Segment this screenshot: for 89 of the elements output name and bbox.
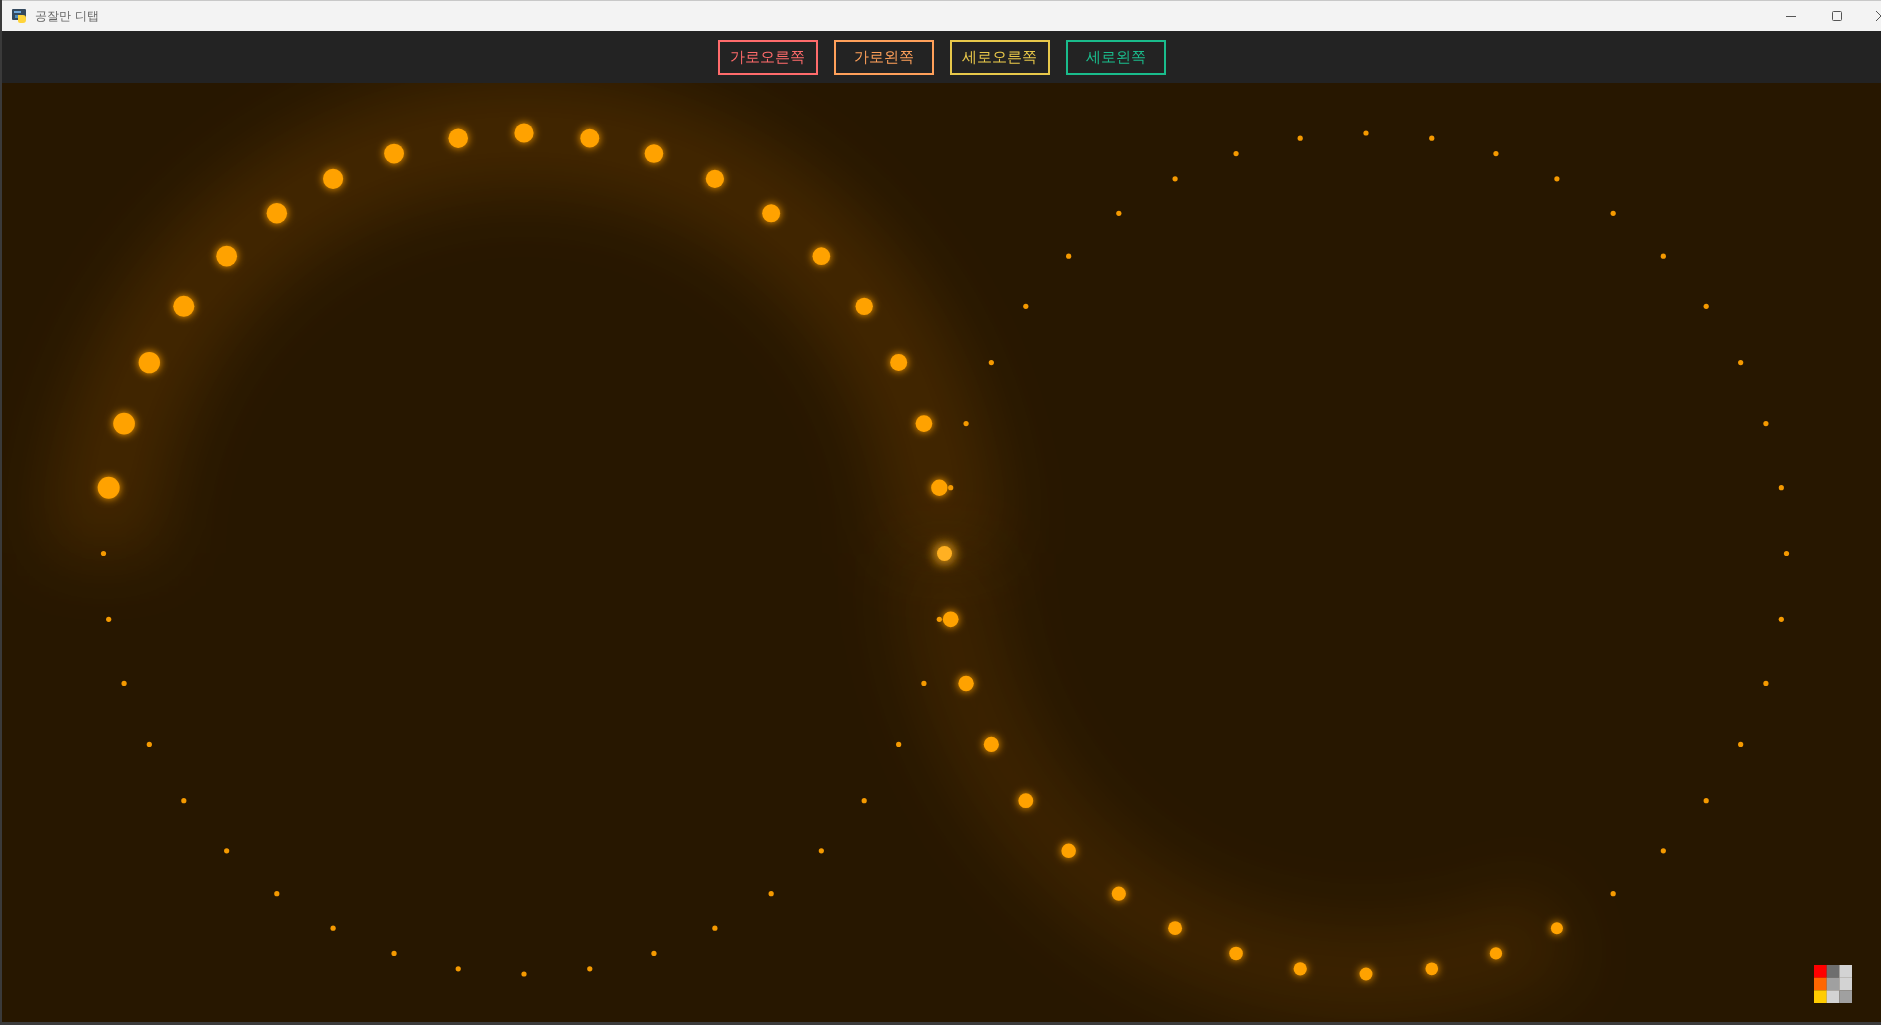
glowing-dot xyxy=(173,295,195,317)
window-title: 공잘만 디탭 xyxy=(35,7,99,25)
small-dot xyxy=(861,798,867,804)
small-dot xyxy=(1610,210,1616,216)
small-dot xyxy=(1738,741,1744,747)
glowing-dot xyxy=(323,168,344,189)
small-dot xyxy=(1172,176,1178,182)
glowing-dot xyxy=(514,123,534,143)
glowing-dot xyxy=(113,412,135,435)
glowing-dot xyxy=(1061,843,1076,859)
small-dot xyxy=(1763,420,1769,427)
small-dot xyxy=(1703,303,1709,309)
small-dot xyxy=(224,848,230,854)
minimize-icon xyxy=(1786,15,1796,17)
glowing-dot xyxy=(1550,922,1563,935)
small-dot xyxy=(948,485,954,491)
glowing-dot xyxy=(580,128,600,148)
maximize-icon xyxy=(1832,11,1842,21)
small-dot xyxy=(521,971,527,977)
glowing-dot xyxy=(931,479,948,496)
small-dot xyxy=(1297,135,1303,141)
glowing-dot xyxy=(942,611,959,628)
direction-button[interactable]: 세로오른쪽 xyxy=(949,39,1050,75)
small-dot xyxy=(1429,135,1435,141)
small-dot xyxy=(455,966,461,972)
small-dot xyxy=(988,360,994,366)
small-dot xyxy=(1660,253,1666,259)
small-dot xyxy=(1066,253,1072,259)
small-dot xyxy=(181,798,187,804)
small-dot xyxy=(1610,891,1616,897)
direction-button[interactable]: 가로왼쪽 xyxy=(833,39,934,75)
glowing-dot xyxy=(958,675,974,692)
small-dot xyxy=(768,891,774,897)
small-dot xyxy=(121,680,127,687)
small-dot xyxy=(896,741,902,747)
close-icon xyxy=(1876,11,1881,21)
glowing-dot xyxy=(937,546,952,561)
small-dot xyxy=(1363,130,1369,136)
small-dot xyxy=(1554,176,1560,182)
glowing-dot xyxy=(1359,967,1373,981)
small-dot xyxy=(936,616,942,622)
color-grid-icon xyxy=(1814,965,1852,1003)
glowing-dot xyxy=(1489,947,1503,960)
glowing-dot xyxy=(384,143,404,164)
direction-button[interactable]: 세로왼쪽 xyxy=(1065,39,1166,75)
direction-button[interactable]: 가로오른쪽 xyxy=(717,39,818,75)
glowing-dot xyxy=(1168,921,1183,936)
glowing-dot xyxy=(644,144,664,163)
glowing-dot xyxy=(97,476,120,499)
glowing-dot xyxy=(890,354,908,372)
glowing-dot xyxy=(1018,793,1034,809)
glowing-dot xyxy=(855,297,873,315)
small-dot xyxy=(106,616,112,622)
small-dot xyxy=(330,925,336,931)
small-dot xyxy=(391,950,397,956)
small-dot xyxy=(100,550,107,557)
small-dot xyxy=(1023,303,1029,309)
small-dot xyxy=(818,848,824,854)
small-dot xyxy=(274,891,280,897)
small-dot xyxy=(963,420,969,427)
small-dot xyxy=(712,925,718,931)
glowing-dot xyxy=(983,736,999,752)
small-dot xyxy=(1763,680,1769,687)
app-icon xyxy=(12,9,26,23)
small-dot xyxy=(651,950,657,956)
glowing-dot xyxy=(915,415,933,432)
glowing-dot xyxy=(448,128,468,148)
small-dot xyxy=(1783,550,1790,557)
glowing-dot xyxy=(762,204,781,223)
glowing-dot xyxy=(216,245,238,267)
glowing-dot xyxy=(266,203,288,224)
small-dot xyxy=(1703,798,1709,804)
glowing-dot xyxy=(1229,946,1243,961)
small-dot xyxy=(1116,210,1122,216)
glowing-dot xyxy=(705,169,725,188)
small-dot xyxy=(146,741,152,747)
glowing-dot xyxy=(812,247,831,265)
small-dot xyxy=(1738,360,1744,366)
small-dot xyxy=(1778,485,1784,491)
glowing-dot xyxy=(1111,886,1126,901)
small-dot xyxy=(1660,848,1666,854)
small-dot xyxy=(587,966,593,972)
glowing-dot xyxy=(1425,962,1439,976)
small-dot xyxy=(921,680,927,687)
glowing-dot xyxy=(1293,962,1307,976)
small-dot xyxy=(1233,151,1239,157)
small-dot xyxy=(1493,151,1499,157)
glowing-dot xyxy=(138,351,160,374)
small-dot xyxy=(1778,616,1784,622)
